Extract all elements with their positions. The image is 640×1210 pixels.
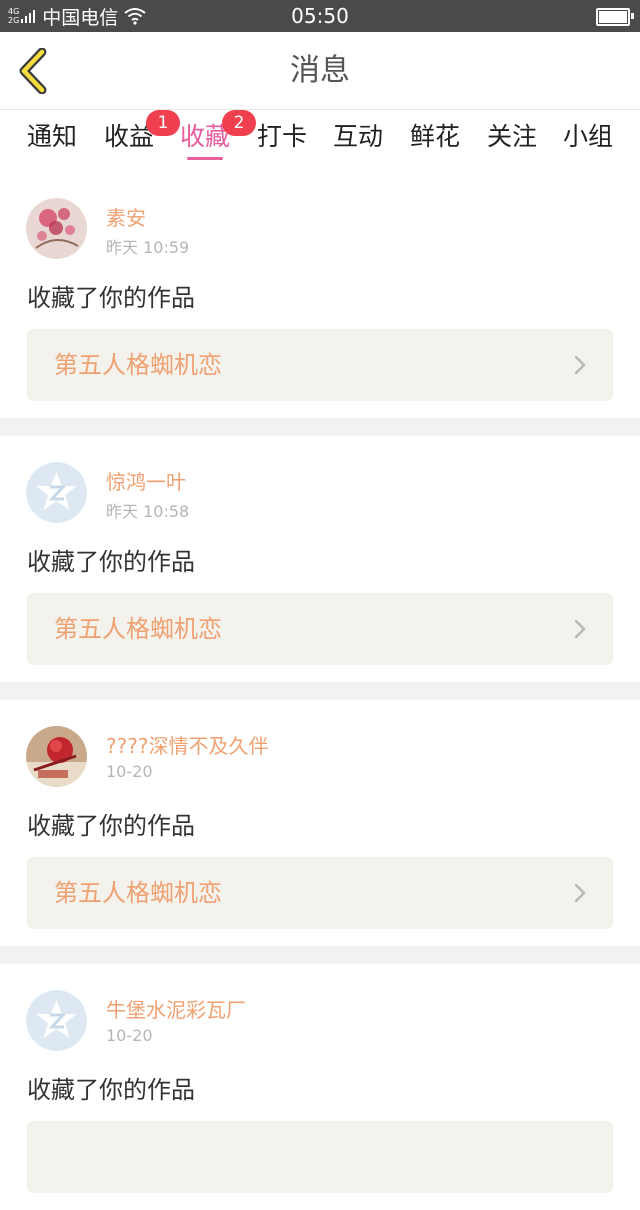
card-divider [0, 682, 640, 700]
username[interactable]: 素安 [106, 202, 146, 231]
chevron-right-icon [574, 355, 586, 375]
work-link[interactable]: 第五人格蜘机恋 [27, 857, 613, 929]
tab-following[interactable]: 关注 [486, 120, 538, 164]
tab-label: 鲜花 [409, 122, 460, 151]
status-bar: 4G 2G 中国电信 05:50 [0, 0, 640, 32]
tab-favorites[interactable]: 收藏 2 [179, 110, 256, 164]
avatar[interactable] [26, 462, 87, 523]
rose-avatar-icon [26, 726, 87, 787]
flower-avatar-icon [26, 198, 87, 259]
card-divider [0, 946, 640, 964]
action-text: 收藏了你的作品 [27, 284, 195, 312]
action-text: 收藏了你的作品 [27, 1076, 195, 1104]
message-card: 牛堡水泥彩瓦厂 10-20 收藏了你的作品 [0, 964, 640, 1210]
work-title: 第五人格蜘机恋 [54, 351, 222, 379]
page-title: 消息 [290, 53, 350, 88]
tab-notifications[interactable]: 通知 [26, 120, 78, 164]
tab-label: 互动 [332, 122, 383, 151]
chevron-right-icon [574, 883, 586, 903]
tab-label: 打卡 [256, 122, 307, 151]
message-card: 素安 昨天 10:59 收藏了你的作品 第五人格蜘机恋 [0, 172, 640, 418]
work-link[interactable]: 第五人格蜘机恋 [27, 329, 613, 401]
timestamp: 10-20 [106, 1026, 153, 1045]
username[interactable]: 惊鸿一叶 [106, 466, 186, 495]
tab-bar: 通知 收益 1 收藏 2 打卡 互动 鲜花 关注 小组 [0, 110, 640, 172]
tab-interactions[interactable]: 互动 [332, 120, 384, 164]
tab-label: 小组 [562, 122, 613, 151]
action-text: 收藏了你的作品 [27, 812, 195, 840]
work-title: 第五人格蜘机恋 [54, 879, 222, 907]
avatar[interactable] [26, 198, 87, 259]
active-tab-indicator [187, 157, 223, 160]
tab-label: 关注 [486, 122, 537, 151]
avatar[interactable] [26, 726, 87, 787]
tab-checkin[interactable]: 打卡 [256, 120, 308, 164]
message-card: 惊鸿一叶 昨天 10:58 收藏了你的作品 第五人格蜘机恋 [0, 436, 640, 682]
clock: 05:50 [291, 4, 349, 28]
unread-badge: 2 [222, 110, 256, 136]
work-link[interactable]: 第五人格蜘机恋 [27, 593, 613, 665]
chevron-right-icon [574, 619, 586, 639]
timestamp: 昨天 10:59 [106, 238, 190, 257]
default-avatar-icon [26, 990, 87, 1051]
tab-label: 通知 [26, 122, 77, 151]
work-link[interactable] [27, 1121, 613, 1193]
nav-bar: 消息 [0, 32, 640, 110]
action-text: 收藏了你的作品 [27, 548, 195, 576]
card-divider [0, 418, 640, 436]
battery-icon [596, 8, 634, 26]
message-card: ????深情不及久伴 10-20 收藏了你的作品 第五人格蜘机恋 [0, 700, 640, 946]
tab-groups[interactable]: 小组 [562, 120, 614, 164]
avatar[interactable] [26, 990, 87, 1051]
username[interactable]: ????深情不及久伴 [106, 730, 268, 759]
tab-earnings[interactable]: 收益 1 [103, 110, 180, 164]
timestamp: 昨天 10:58 [106, 502, 190, 521]
username[interactable]: 牛堡水泥彩瓦厂 [106, 994, 246, 1023]
unread-badge: 1 [146, 110, 180, 136]
default-avatar-icon [26, 462, 87, 523]
tab-flowers[interactable]: 鲜花 [409, 120, 461, 164]
work-title: 第五人格蜘机恋 [54, 615, 222, 643]
timestamp: 10-20 [106, 762, 153, 781]
